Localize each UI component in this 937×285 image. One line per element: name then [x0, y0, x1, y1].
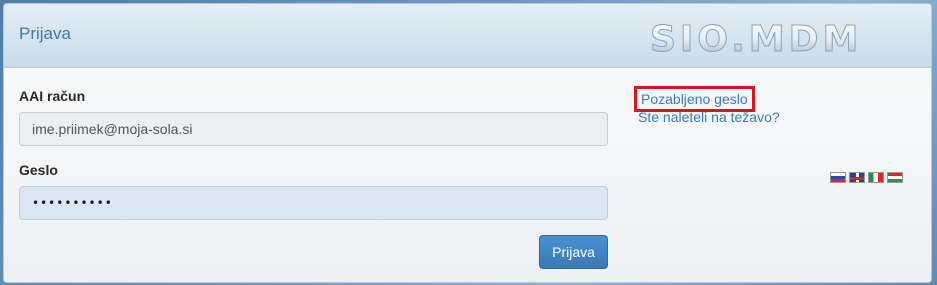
flag-gb-icon[interactable] — [849, 172, 865, 183]
trouble-link[interactable]: Ste naleteli na težavo? — [638, 109, 780, 125]
panel-body: AAI račun ime.priimek@moja-sola.si Geslo… — [4, 68, 931, 282]
login-button[interactable]: Prijava — [539, 235, 608, 269]
page-title: Prijava — [19, 24, 71, 43]
flag-hu-icon[interactable] — [887, 172, 903, 183]
sio-mdm-logo: SIO.MDM — [650, 19, 862, 61]
password-field[interactable]: •••••••••• — [19, 186, 608, 220]
account-label: AAI račun — [19, 88, 86, 104]
flag-it-icon[interactable] — [868, 172, 884, 183]
flag-si-icon[interactable] — [830, 172, 846, 183]
email-field[interactable]: ime.priimek@moja-sola.si — [19, 112, 608, 146]
login-panel: Prijava SIO.MDM AAI račun ime.priimek@mo… — [3, 3, 932, 283]
panel-header: Prijava SIO.MDM — [4, 4, 931, 68]
password-label: Geslo — [19, 162, 58, 178]
logo-text: SIO.MDM — [650, 19, 862, 60]
language-selector — [830, 172, 903, 183]
